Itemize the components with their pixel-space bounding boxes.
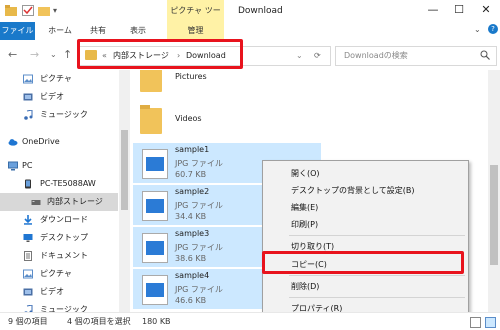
context-menu: 開く(O) デスクトップの背景として設定(B) 編集(E) 印刷(P) 切り取り… [262, 160, 469, 320]
item-count: 9 個の項目 [8, 317, 48, 326]
picture-tools-tab: ピクチャ ツール [167, 0, 224, 37]
sidebar-item-pc[interactable]: PC [0, 157, 118, 175]
maximize-button[interactable]: ☐ [451, 2, 467, 18]
tab-view[interactable]: 表示 [122, 22, 154, 40]
folder-icon [140, 105, 162, 134]
search-input[interactable]: Downloadの検索 [335, 46, 497, 66]
sidebar-item-internal-storage[interactable]: 内部ストレージ [0, 193, 118, 211]
address-row: ← → ⌄ ↑ « 内部ストレージ › Download ⌄ ⟳ Downloa… [0, 40, 500, 70]
details-view-icon[interactable] [470, 317, 481, 328]
folder-name: Videos [175, 114, 202, 123]
close-button[interactable]: ✕ [478, 2, 494, 18]
search-icon [480, 50, 490, 60]
title-bar: ▾ ピクチャ ツール Download — ☐ ✕ [0, 0, 500, 37]
menu-separator [289, 275, 465, 276]
window-title: Download [238, 6, 283, 16]
copy-highlight-box [262, 251, 464, 274]
documents-icon [24, 251, 32, 261]
file-list-scrollbar-thumb[interactable] [490, 165, 498, 265]
menu-separator [289, 235, 465, 236]
sidebar-item-pictures[interactable]: ピクチャ [0, 70, 118, 88]
sidebar-item-desktop[interactable]: デスクトップ [0, 229, 118, 247]
sidebar-item-device[interactable]: PC-TE5088AW [0, 175, 118, 193]
folder-icon [140, 70, 162, 92]
folder-item-videos[interactable]: Videos [140, 102, 320, 138]
image-file-icon [142, 191, 168, 221]
folder-item-pictures[interactable]: Pictures [140, 70, 320, 96]
menu-separator [289, 297, 465, 298]
navigation-pane: ピクチャ ビデオ ミュージック OneDrive PC PC-TE5088AW … [0, 70, 130, 312]
menu-item-edit[interactable]: 編集(E) [263, 199, 468, 216]
sidebar-item-videos-2[interactable]: ビデオ [0, 283, 118, 301]
file-type: JPG ファイル [175, 159, 223, 168]
menu-item-set-desktop-background[interactable]: デスクトップの背景として設定(B) [263, 182, 468, 199]
file-name: sample3 [175, 229, 210, 238]
onedrive-icon [8, 139, 18, 146]
search-placeholder: Downloadの検索 [344, 51, 408, 60]
ribbon-tabs: ファイル ホーム 共有 表示 管理 ⌄ ? [0, 22, 500, 41]
file-type: JPG ファイル [175, 243, 223, 252]
image-file-icon [142, 233, 168, 263]
pictures-icon [23, 269, 33, 279]
videos-icon [23, 93, 33, 101]
refresh-icon[interactable]: ⟳ [314, 47, 321, 65]
recent-locations-icon[interactable]: ⌄ [50, 50, 57, 59]
sidebar-item-pictures-2[interactable]: ピクチャ [0, 265, 118, 283]
back-arrow-icon[interactable]: ← [8, 48, 17, 61]
sidebar-item-music-2[interactable]: ミュージック [0, 301, 118, 312]
file-size: 46.6 KB [175, 296, 207, 305]
help-icon[interactable]: ? [488, 24, 498, 34]
expand-ribbon-icon[interactable]: ⌄ [474, 25, 481, 34]
file-name: sample1 [175, 145, 210, 154]
file-type: JPG ファイル [175, 285, 223, 294]
minimize-button[interactable]: — [425, 2, 441, 18]
file-list-scrollbar[interactable] [488, 70, 500, 312]
pc-icon [8, 161, 18, 171]
quick-access-chevron-icon[interactable]: ▾ [53, 5, 65, 16]
file-size: 60.7 KB [175, 170, 207, 179]
forward-arrow-icon[interactable]: → [30, 48, 39, 61]
file-size: 34.4 KB [175, 212, 207, 221]
pictures-icon [23, 74, 33, 84]
file-type: JPG ファイル [175, 201, 223, 210]
large-icons-view-icon[interactable] [485, 317, 496, 328]
desktop-icon [23, 234, 33, 242]
sidebar-item-videos[interactable]: ビデオ [0, 88, 118, 106]
file-size: 38.6 KB [175, 254, 207, 263]
videos-icon [23, 288, 33, 296]
tab-file[interactable]: ファイル [0, 22, 35, 40]
address-dropdown-icon[interactable]: ⌄ [296, 47, 303, 65]
selection-count: 4 個の項目を選択 [67, 317, 131, 326]
sidebar-scrollbar-thumb[interactable] [121, 130, 128, 210]
sidebar-item-music[interactable]: ミュージック [0, 106, 118, 124]
menu-item-delete[interactable]: 削除(D) [263, 278, 468, 295]
sidebar-item-documents[interactable]: ドキュメント [0, 247, 118, 265]
tab-manage[interactable]: 管理 [167, 22, 224, 40]
address-highlight-box [77, 39, 243, 69]
sidebar-scrollbar[interactable] [119, 70, 130, 312]
selection-size: 180 KB [142, 317, 171, 326]
up-arrow-icon[interactable]: ↑ [63, 48, 72, 61]
menu-item-open[interactable]: 開く(O) [263, 165, 468, 182]
properties-check-icon[interactable] [22, 5, 34, 16]
file-name: sample2 [175, 187, 210, 196]
sidebar-item-downloads[interactable]: ダウンロード [0, 211, 118, 229]
file-name: sample4 [175, 271, 210, 280]
storage-icon [31, 200, 41, 205]
device-icon [25, 179, 31, 189]
download-icon [24, 215, 32, 225]
image-file-icon [142, 149, 168, 179]
new-folder-icon[interactable] [38, 5, 50, 16]
sidebar-item-onedrive[interactable]: OneDrive [0, 133, 118, 151]
tab-share[interactable]: 共有 [84, 22, 112, 40]
status-bar: 9 個の項目 4 個の項目を選択 180 KB [0, 312, 500, 330]
menu-item-print[interactable]: 印刷(P) [263, 216, 468, 233]
tab-home[interactable]: ホーム [42, 22, 78, 40]
folder-icon [5, 5, 17, 16]
image-file-icon [142, 275, 168, 305]
folder-name: Pictures [175, 72, 207, 81]
music-icon [24, 110, 33, 120]
music-icon [24, 305, 33, 312]
